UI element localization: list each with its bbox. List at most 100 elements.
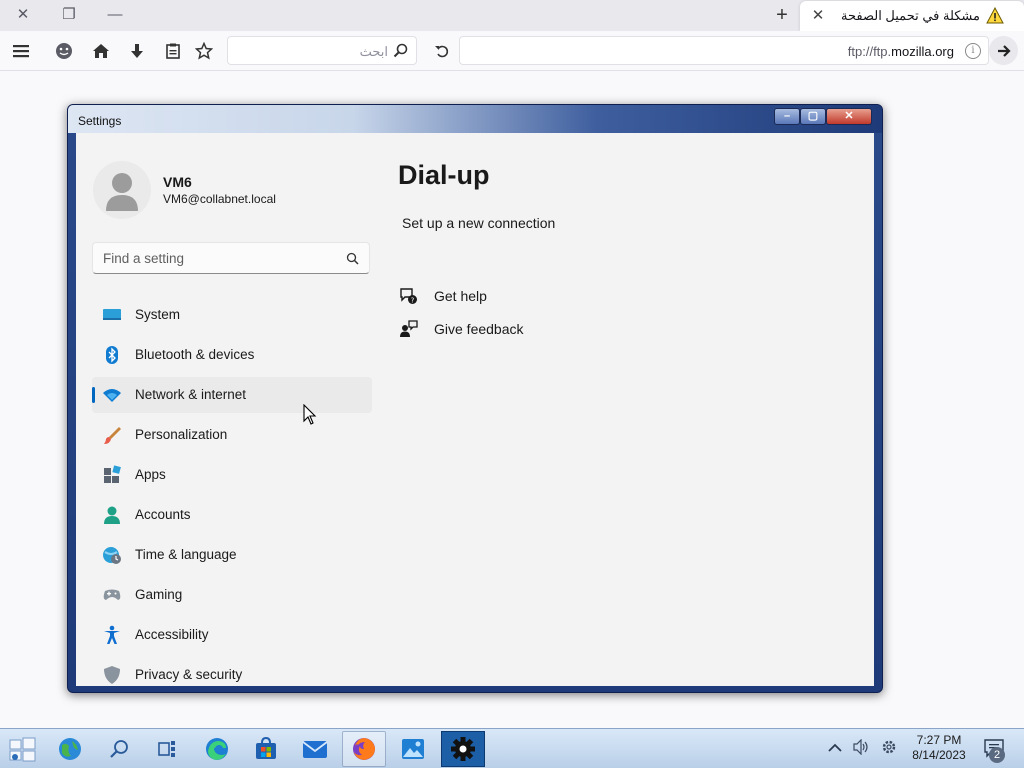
search-icon: [393, 43, 408, 58]
tab-title: مشكلة في تحميل الصفحة: [841, 8, 980, 23]
taskbar-photos[interactable]: [391, 731, 435, 767]
browser-tab[interactable]: ✕ مشكلة في تحميل الصفحة: [800, 1, 1024, 31]
clock-time: 7:27 PM: [916, 733, 962, 747]
bookmark-star-icon[interactable]: [191, 38, 217, 64]
windows-logo-icon: [9, 737, 36, 762]
account-smiley-icon[interactable]: [51, 38, 77, 64]
sidebar-item-label: Privacy & security: [135, 667, 243, 682]
system-icon: [103, 309, 121, 320]
settings-tray-gear-icon[interactable]: [880, 739, 898, 757]
settings-client: VM6 VM6@collabnet.local Find a setting S…: [76, 133, 874, 686]
user-avatar-icon: [106, 173, 138, 211]
gamepad-icon: [103, 589, 121, 600]
arrow-right-icon: [997, 44, 1011, 57]
user-email: VM6@collabnet.local: [163, 192, 276, 206]
globe-icon: [59, 738, 81, 760]
sidebar-item-privacy[interactable]: Privacy & security: [92, 657, 372, 686]
brush-icon: [104, 427, 121, 444]
sidebar-item-label: Gaming: [135, 587, 183, 602]
photos-icon: [402, 739, 424, 759]
browser-toolbar: ابحث ftp://ftp.mozilla.org i: [0, 31, 1024, 71]
browser-tab-strip: ✕ ❐ — + ✕ مشكلة في تحميل الصفحة: [0, 0, 1024, 31]
volume-icon[interactable]: [852, 738, 870, 757]
new-tab-button[interactable]: +: [770, 3, 794, 27]
minimize-button[interactable]: –: [774, 108, 800, 125]
help-chat-icon: ?: [400, 288, 417, 304]
sidebar-item-label: System: [135, 307, 181, 322]
taskbar-mail[interactable]: [293, 731, 337, 767]
warning-icon: [986, 7, 1004, 24]
sidebar-item-accessibility[interactable]: Accessibility: [92, 617, 372, 653]
globe-clock-icon: [103, 547, 121, 564]
setup-connection-link[interactable]: Set up a new connection: [402, 215, 555, 231]
firefox-icon: [353, 738, 375, 760]
home-icon[interactable]: [88, 38, 114, 64]
url-bar[interactable]: ftp://ftp.mozilla.org i: [459, 36, 989, 65]
taskbar-edge[interactable]: [195, 731, 239, 767]
window-close-icon[interactable]: ✕: [12, 4, 34, 26]
tab-close-icon[interactable]: ✕: [806, 4, 830, 28]
svg-text:?: ?: [411, 296, 415, 304]
taskbar-settings[interactable]: [441, 731, 485, 767]
menu-icon[interactable]: [8, 38, 34, 64]
download-icon[interactable]: [124, 38, 150, 64]
sidebar-item-accounts[interactable]: Accounts: [92, 497, 372, 533]
search-icon: [110, 740, 128, 758]
settings-window: Settings – ▢ ✕ VM6 VM6@collabnet.local F…: [67, 104, 883, 693]
apps-icon: [104, 465, 121, 483]
search-input[interactable]: ابحث: [227, 36, 417, 65]
sidebar-item-apps[interactable]: Apps: [92, 457, 372, 493]
window-restore-icon[interactable]: ❐: [58, 4, 80, 26]
taskbar-search[interactable]: [97, 731, 141, 767]
site-info-icon[interactable]: i: [965, 43, 981, 59]
page-title: Dial-up: [398, 160, 490, 190]
sidebar-item-personalization[interactable]: Personalization: [92, 417, 372, 453]
sidebar-item-system[interactable]: System: [92, 297, 372, 333]
reload-icon[interactable]: [429, 38, 455, 64]
get-help-label: Get help: [434, 288, 487, 304]
gear-icon: [451, 737, 475, 761]
user-name: VM6: [163, 174, 192, 190]
window-minimize-icon[interactable]: —: [104, 4, 126, 26]
wifi-icon: [103, 389, 121, 402]
search-placeholder: ابحث: [359, 44, 388, 59]
edge-browser-icon: [206, 738, 228, 760]
sidebar-item-label: Time & language: [135, 547, 237, 562]
find-setting-input[interactable]: Find a setting: [92, 242, 370, 274]
search-icon: [346, 252, 359, 265]
taskbar-firefox[interactable]: [342, 731, 386, 767]
sidebar-item-network[interactable]: Network & internet: [92, 377, 372, 413]
task-view-icon: [158, 741, 175, 757]
mouse-cursor-icon: [303, 404, 317, 425]
find-setting-placeholder: Find a setting: [103, 251, 185, 266]
system-clock[interactable]: 7:27 PM 8/14/2023: [906, 733, 972, 763]
sidebar-item-gaming[interactable]: Gaming: [92, 577, 372, 613]
mail-icon: [302, 741, 328, 758]
start-button[interactable]: [0, 731, 44, 767]
sidebar-item-label: Apps: [135, 467, 166, 482]
sidebar-item-label: Accessibility: [135, 627, 209, 642]
sidebar-item-label: Accounts: [135, 507, 191, 522]
give-feedback-label: Give feedback: [434, 321, 524, 337]
reader-list-icon[interactable]: [160, 38, 186, 64]
go-arrow-button[interactable]: [989, 36, 1018, 65]
taskbar-store[interactable]: [244, 731, 288, 767]
window-title: Settings: [78, 114, 122, 128]
taskbar-task-view[interactable]: [145, 731, 189, 767]
accessibility-icon: [104, 625, 120, 644]
taskbar: 7:27 PM 8/14/2023 2: [0, 728, 1024, 768]
sidebar-item-label: Network & internet: [135, 387, 247, 402]
avatar[interactable]: [93, 161, 151, 219]
close-button[interactable]: ✕: [826, 108, 872, 125]
sidebar-item-bluetooth[interactable]: Bluetooth & devices: [92, 337, 372, 373]
store-icon: [256, 737, 276, 759]
taskbar-globe-app[interactable]: [48, 731, 92, 767]
bluetooth-icon: [106, 346, 118, 364]
maximize-button[interactable]: ▢: [800, 108, 826, 125]
settings-sidebar: VM6 VM6@collabnet.local Find a setting S…: [76, 133, 376, 686]
clock-date: 8/14/2023: [912, 748, 966, 762]
show-hidden-icons-chevron-icon[interactable]: [826, 739, 844, 757]
notification-count-badge: 2: [989, 747, 1005, 763]
sidebar-item-time-language[interactable]: Time & language: [92, 537, 372, 573]
window-titlebar[interactable]: Settings – ▢ ✕: [68, 105, 882, 133]
